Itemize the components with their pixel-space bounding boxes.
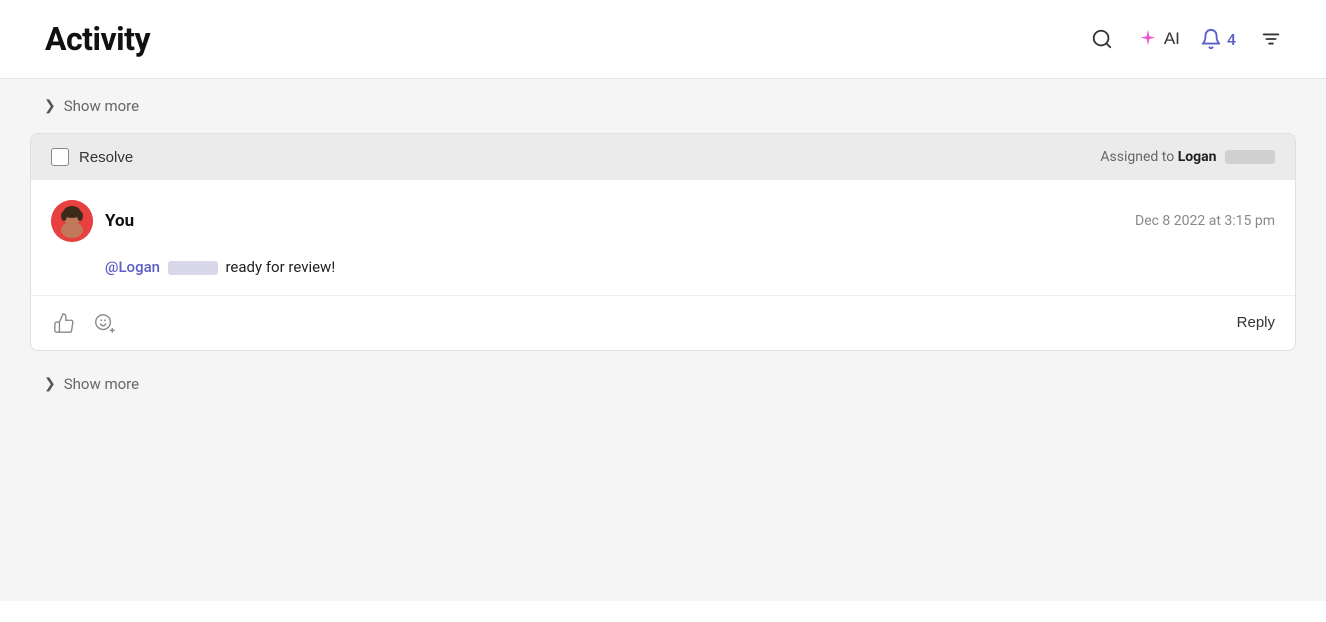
card-header: Resolve Assigned to Logan <box>31 134 1295 180</box>
reply-button[interactable]: Reply <box>1237 314 1275 331</box>
thumbs-up-icon <box>53 312 75 334</box>
search-icon <box>1091 28 1113 50</box>
header-actions: AI 4 <box>1087 24 1286 54</box>
comment-author-row: You Dec 8 2022 at 3:15 pm <box>51 200 1275 242</box>
resolve-button[interactable]: Resolve <box>51 148 133 166</box>
page-title: Activity <box>45 20 150 58</box>
author-info: You <box>51 200 134 242</box>
assigned-avatar-blur <box>1225 150 1275 164</box>
chevron-right-icon: ❯ <box>44 98 56 114</box>
avatar-image <box>51 200 93 242</box>
comment-body: You Dec 8 2022 at 3:15 pm @Logan ready f… <box>31 180 1295 296</box>
ai-button[interactable]: AI <box>1137 28 1180 50</box>
assigned-to: Assigned to Logan <box>1100 149 1275 165</box>
resolve-label: Resolve <box>79 149 133 166</box>
assigned-name: Logan <box>1178 149 1217 165</box>
emoji-button[interactable] <box>91 310 117 336</box>
activity-card: Resolve Assigned to Logan <box>30 133 1296 351</box>
assigned-label: Assigned to <box>1100 149 1174 165</box>
reaction-buttons <box>51 310 117 336</box>
chevron-right-icon-bottom: ❯ <box>44 376 56 392</box>
content-area: ❯ Show more Resolve Assigned to Logan <box>0 79 1326 601</box>
app-container: Activity <box>0 0 1326 622</box>
show-more-top-label: Show more <box>64 97 139 115</box>
bell-icon <box>1200 28 1222 50</box>
mention-name-blur <box>168 261 218 275</box>
filter-button[interactable] <box>1256 24 1286 54</box>
sparkle-icon <box>1137 28 1159 50</box>
resolve-checkbox <box>51 148 69 166</box>
filter-icon <box>1260 28 1282 50</box>
search-button[interactable] <box>1087 24 1117 54</box>
show-more-bottom-label: Show more <box>64 375 139 393</box>
author-name: You <box>105 211 134 231</box>
ai-label: AI <box>1164 29 1180 49</box>
comment-timestamp: Dec 8 2022 at 3:15 pm <box>1135 213 1275 229</box>
emoji-add-icon <box>93 312 115 334</box>
notification-count: 4 <box>1227 30 1236 49</box>
comment-text: @Logan ready for review! <box>51 256 1275 279</box>
notification-button[interactable]: 4 <box>1200 28 1236 50</box>
avatar <box>51 200 93 242</box>
thumbs-up-button[interactable] <box>51 310 77 336</box>
show-more-bottom[interactable]: ❯ Show more <box>30 357 1296 411</box>
header: Activity <box>0 0 1326 79</box>
message-text: ready for review! <box>225 258 335 276</box>
show-more-top[interactable]: ❯ Show more <box>30 79 1296 133</box>
comment-actions: Reply <box>31 296 1295 350</box>
mention: @Logan <box>105 258 160 276</box>
